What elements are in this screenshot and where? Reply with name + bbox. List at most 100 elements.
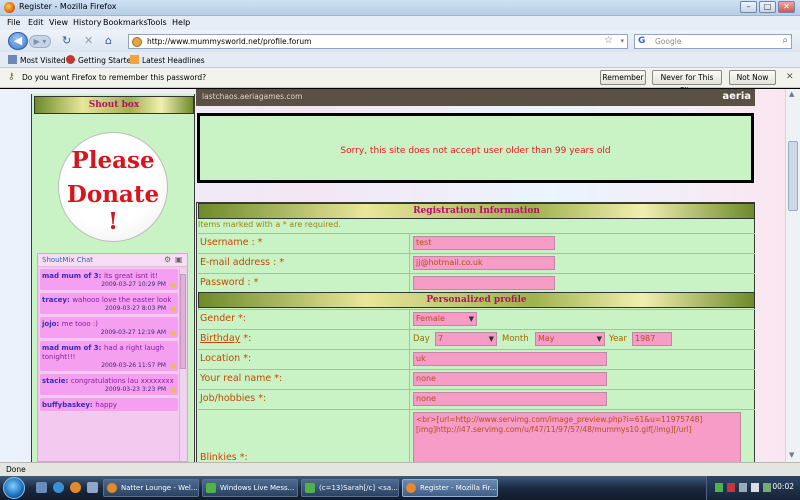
birthday-link[interactable]: Birthday: [200, 333, 240, 344]
year-input[interactable]: 1987: [632, 332, 672, 346]
rss-feed-icon: [130, 55, 139, 64]
search-box[interactable]: G Google ⌕: [634, 34, 792, 49]
job-row: Job/hobbies *: none: [198, 389, 755, 409]
month-select[interactable]: May ▼: [535, 332, 605, 346]
security-tray-icon[interactable]: [727, 483, 735, 492]
password-row: Password : *: [198, 273, 755, 293]
close-notification-icon[interactable]: ✕: [786, 72, 794, 82]
switch-windows-icon[interactable]: [87, 482, 98, 493]
chat-text: its great isnt it!: [103, 272, 158, 280]
bookmark-most-visited[interactable]: Most Visited: [8, 55, 66, 65]
gender-value: Female: [416, 314, 445, 323]
registration-section-header: Registration Information: [198, 203, 755, 219]
shoutmix-title[interactable]: ShoutMix Chat: [42, 256, 93, 264]
chat-author[interactable]: stacie:: [42, 377, 68, 385]
required-note: Items marked with a * are required.: [198, 220, 341, 229]
donate-line-2: Donate !: [66, 181, 160, 235]
url-dropdown-icon[interactable]: ▾: [620, 37, 624, 45]
task-label: Windows Live Mess...: [220, 484, 295, 492]
bookmark-latest-headlines[interactable]: Latest Headlines: [130, 55, 205, 65]
chat-author[interactable]: jojo:: [42, 320, 59, 328]
network-icon[interactable]: [739, 483, 747, 492]
chat-timestamp: 2009-03-23 3:23 PM: [105, 386, 166, 393]
email-input[interactable]: jj@hotmail.co.uk: [413, 256, 555, 270]
blinkies-label-cell: Blinkies *:: [198, 410, 410, 462]
close-button[interactable]: ✕: [778, 1, 795, 13]
birthday-label-cell: Birthday *:: [198, 330, 410, 349]
address-bar[interactable]: http://www.mummysworld.net/profile.forum…: [128, 34, 628, 49]
scroll-up-icon[interactable]: ▲: [789, 90, 794, 98]
not-now-button[interactable]: Not Now: [729, 70, 776, 85]
profile-section-title: Personalized profile: [426, 295, 527, 305]
clock[interactable]: 00:02: [772, 482, 794, 491]
refresh-icon[interactable]: ▣: [175, 255, 183, 264]
messenger-tray-icon[interactable]: [715, 483, 723, 492]
shoutmix-scrollbar[interactable]: [179, 269, 186, 461]
stop-icon[interactable]: ✕: [84, 33, 93, 49]
ad-banner[interactable]: lastchaos.aeriagames.com aeria: [196, 89, 755, 106]
menu-help[interactable]: Help: [172, 18, 190, 27]
battery-icon[interactable]: [763, 483, 771, 492]
donate-badge[interactable]: Please Donate !: [58, 132, 168, 242]
blinkies-textarea[interactable]: <br>[url=http://www.servimg.com/image_pr…: [413, 412, 741, 462]
chat-author[interactable]: tracey:: [42, 296, 70, 304]
menu-history[interactable]: History: [73, 18, 101, 27]
page-scrollbar[interactable]: ▲ ▼: [785, 89, 800, 462]
chat-author[interactable]: mad mum of 3:: [42, 344, 101, 352]
menu-file[interactable]: File: [7, 18, 20, 27]
job-input[interactable]: none: [413, 392, 607, 406]
firefox-quicklaunch-icon[interactable]: [70, 482, 81, 493]
bookmark-getting-started[interactable]: Getting Started: [66, 55, 136, 65]
show-desktop-icon[interactable]: [36, 482, 47, 493]
reload-icon[interactable]: ↻: [62, 33, 71, 49]
google-engine-icon[interactable]: G: [638, 36, 645, 46]
search-icon[interactable]: ⌕: [782, 35, 788, 46]
firefox-logo-icon: [4, 2, 15, 13]
task-sarah-chat[interactable]: (c=13)Sarah[/c] <sa...: [301, 479, 399, 497]
navigation-toolbar: ◀ ▶ ▾ ↻ ✕ ⌂ http://www.mummysworld.net/p…: [0, 30, 800, 52]
username-row: Username : * test: [198, 233, 755, 253]
emoticon-icon: [171, 307, 176, 312]
task-register-firefox[interactable]: Register - Mozilla Fir...: [402, 479, 498, 497]
blinkies-row: Blinkies *: <br>[url=http://www.servimg.…: [198, 409, 755, 462]
chat-message: mad mum of 3: had a right laugh tonight!…: [40, 341, 178, 371]
gender-select[interactable]: Female ▼: [413, 312, 477, 326]
chat-author[interactable]: buffybaskey:: [42, 401, 93, 409]
password-input[interactable]: [413, 276, 555, 290]
error-box: Sorry, this site does not accept user ol…: [197, 113, 754, 183]
chat-text: me tooo :): [61, 320, 99, 328]
title-bar: Register - Mozilla Firefox – □ ✕: [0, 0, 800, 16]
page-scroll-thumb[interactable]: [788, 141, 798, 211]
bookmark-star-icon[interactable]: ☆: [604, 35, 613, 46]
home-icon[interactable]: ⌂: [105, 33, 112, 49]
settings-icon[interactable]: ⚙: [164, 255, 171, 264]
maximize-button[interactable]: □: [759, 1, 776, 13]
page-content: Shout box Please Donate ! ShoutMix Chat …: [0, 89, 785, 462]
task-natter-lounge[interactable]: Natter Lounge - Wel...: [103, 479, 199, 497]
location-label: Location *:: [200, 353, 252, 364]
task-windows-live-messenger[interactable]: Windows Live Mess...: [202, 479, 298, 497]
email-row: E-mail address : * jj@hotmail.co.uk: [198, 253, 755, 273]
username-input[interactable]: test: [413, 236, 555, 250]
menu-view[interactable]: View: [49, 18, 68, 27]
internet-explorer-icon[interactable]: [53, 482, 64, 493]
remember-button[interactable]: Remember: [600, 70, 646, 85]
back-button[interactable]: ◀: [8, 32, 28, 50]
shoutmix-scroll-thumb[interactable]: [180, 274, 186, 369]
menu-edit[interactable]: Edit: [28, 18, 44, 27]
menu-tools[interactable]: Tools: [147, 18, 167, 27]
never-for-this-site-button[interactable]: Never for This Site: [652, 70, 722, 95]
day-select[interactable]: 7 ▼: [435, 332, 497, 346]
minimize-button[interactable]: –: [740, 1, 757, 13]
menu-bookmarks[interactable]: Bookmarks: [103, 18, 148, 27]
realname-input[interactable]: none: [413, 372, 607, 386]
location-input[interactable]: uk: [413, 352, 607, 366]
chat-text: wahooo love the easter look: [72, 296, 172, 304]
bookmark-folder-icon: [8, 55, 17, 64]
chat-author[interactable]: mad mum of 3:: [42, 272, 101, 280]
scroll-down-icon[interactable]: ▼: [789, 451, 794, 459]
donate-line-1: Please: [71, 147, 155, 174]
volume-icon[interactable]: [751, 483, 759, 492]
start-button[interactable]: [3, 477, 25, 499]
forward-button[interactable]: ▶ ▾: [29, 35, 51, 48]
